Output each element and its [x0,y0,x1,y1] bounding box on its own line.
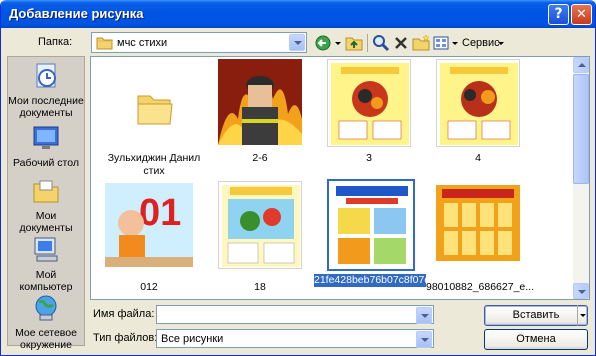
filetype-value: Все рисунки [161,333,224,345]
insert-button[interactable]: Вставить [484,305,588,326]
place-my-documents[interactable]: Мои документы [8,176,84,234]
poster-image [222,185,300,267]
folder-value: мчс стихи [117,37,168,49]
place-recent[interactable]: Мои последние документы [8,61,84,119]
poster-image [436,185,520,261]
vertical-scrollbar[interactable] [573,57,589,299]
toolbar-separator [367,34,368,52]
my-documents-icon [33,180,59,203]
scroll-down-button[interactable] [573,283,589,299]
place-label: Мое сетевое окружение [15,327,77,351]
place-label: Мои последние документы [8,95,84,119]
poster-image [332,184,412,268]
new-folder-icon[interactable] [411,33,431,53]
folder-dropdown-button[interactable] [289,34,305,51]
filename-input[interactable] [156,305,434,324]
delete-icon[interactable] [392,33,410,53]
photo-firefighter-image [218,59,302,145]
file-item[interactable] [218,181,302,269]
views-icon[interactable] [432,33,460,53]
filetype-dropdown[interactable]: Все рисунки [156,329,434,348]
my-computer-icon [34,237,58,262]
chevron-down-icon [498,42,504,45]
file-list[interactable]: Зульхиджин Данил стих 2-6 3 4 01 012 18 … [90,56,590,300]
insert-options-arrow[interactable] [577,305,589,326]
place-label: Мои документы [19,210,73,234]
service-menu[interactable]: Сервис [462,37,500,49]
file-item[interactable] [327,59,411,147]
desktop-icon [33,126,59,149]
poster-image [331,63,409,145]
network-places-icon [35,295,57,321]
up-folder-icon[interactable] [344,33,364,53]
title-bar[interactable]: Добавление рисунка ? ✕ [1,0,595,28]
places-bar: Мои последние документы Рабочий стол Мои… [7,56,85,351]
insert-picture-dialog: Добавление рисунка ? ✕ Папка: мчс стихи [0,0,596,356]
file-item-selected[interactable] [327,179,415,271]
file-name: 012 [140,281,158,293]
file-name: 4 [475,152,481,164]
place-network[interactable]: Мое сетевое окружение [8,293,84,351]
place-label: Рабочий стол [13,157,79,169]
folder-icon [96,37,113,50]
file-name: 2-6 [252,152,268,164]
scroll-thumb[interactable] [573,74,589,184]
file-item[interactable] [218,59,302,147]
file-item[interactable] [436,59,520,147]
help-button[interactable]: ? [548,4,569,25]
place-my-computer[interactable]: Мой компьютер [8,235,84,293]
file-name: 98010882_686627_e... [425,281,535,293]
place-desktop[interactable]: Рабочий стол [8,123,84,169]
search-web-icon[interactable] [371,33,391,53]
recent-documents-icon [36,63,56,88]
file-name: Зульхиджин Данил стих [107,152,201,177]
poster-image [440,63,518,145]
file-item-folder[interactable] [109,65,199,155]
filetype-label: Тип файлов: [93,332,158,344]
file-name-selected: 21fe428beb76b07c8f07dcd4bfab5eb0 [314,274,491,287]
folder-icon [137,95,173,125]
place-label: Мой компьютер [19,269,73,293]
scroll-up-button[interactable] [573,57,589,73]
folder-label: Папка: [38,36,73,48]
poster-image: 01 [105,183,193,267]
svg-text:01: 01 [139,192,181,234]
filetype-dropdown-button[interactable] [416,331,432,348]
file-item[interactable] [436,181,520,269]
back-icon[interactable] [314,33,342,53]
file-name: 3 [366,152,372,164]
file-item[interactable]: 01 [105,183,193,267]
window-title: Добавление рисунка [9,6,144,21]
folder-dropdown[interactable]: мчс стихи [91,32,307,53]
filename-dropdown-button[interactable] [416,307,432,324]
cancel-button[interactable]: Отмена [484,329,588,350]
filename-label: Имя файла: [93,308,155,320]
file-name: 18 [254,281,266,293]
close-button[interactable]: ✕ [571,4,592,25]
